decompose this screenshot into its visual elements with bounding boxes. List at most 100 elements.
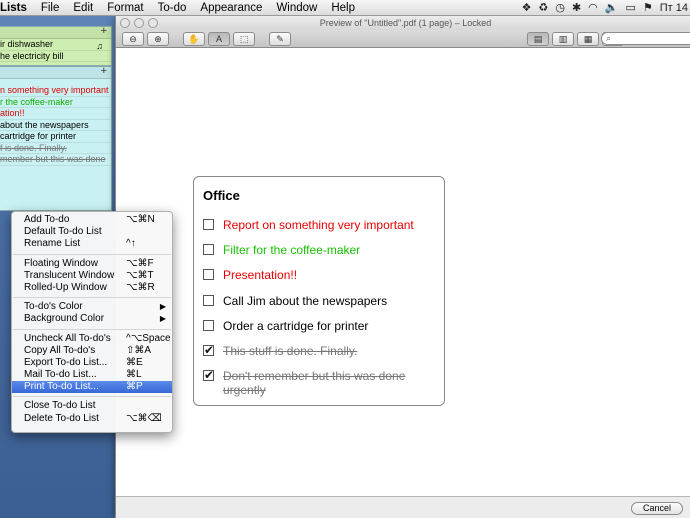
window-controls [120, 18, 158, 28]
preview-window: Preview of "Untitled".pdf (1 page) – Loc… [115, 16, 690, 518]
list-item[interactable]: n something very important [0, 85, 111, 97]
menu-item-print-list[interactable]: Print To-do List... ⌘P [12, 381, 172, 394]
list-item[interactable]: f is done. Finally. [0, 143, 111, 154]
menu-item-close-list[interactable]: Close To-do List [12, 400, 172, 412]
search-input[interactable]: ⌕ [601, 32, 690, 45]
menu-todo[interactable]: To-do [151, 0, 194, 16]
card-item-text: Order a cartridge for printer [223, 319, 369, 333]
menu-item-uncheck-all[interactable]: Uncheck All To-do's ^⌥Space [12, 333, 172, 345]
menu-separator [13, 253, 171, 255]
menu-help[interactable]: Help [324, 0, 362, 16]
submenu-arrow-icon: ▶ [159, 314, 166, 324]
card-title: Office [203, 188, 240, 203]
list-item[interactable]: r the coffee-maker [0, 97, 111, 108]
card-item-text: Report on something very important [223, 218, 414, 232]
bluetooth-icon[interactable]: ✱ [572, 0, 581, 16]
preview-toolbar: ⊖ ⊕ ✋ A ⬚ ✎ ▤ ▥ ▦ ▧ ⌕ [116, 30, 690, 48]
card-item-text: Filter for the coffee-maker [223, 243, 361, 257]
checkbox-icon [203, 244, 214, 255]
menu-edit[interactable]: Edit [66, 0, 100, 16]
card-item-text: Call Jim about the newspapers [223, 294, 388, 308]
menu-item-default-list[interactable]: Default To-do List [12, 226, 172, 238]
checkbox-checked-icon [203, 368, 214, 382]
menu-item-copy-all[interactable]: Copy All To-do's ⇧⌘A [12, 345, 172, 357]
wifi-icon[interactable]: ◠ [588, 0, 598, 16]
menu-item-delete-list[interactable]: Delete To-do List ⌥⌘⌫ [12, 413, 172, 425]
todo-list-cyan: + n something very important r the coffe… [0, 66, 112, 211]
dropbox-icon[interactable]: ❖ [522, 0, 532, 16]
minimize-icon[interactable] [134, 18, 144, 28]
menu-separator [13, 328, 171, 330]
checkbox-icon [203, 219, 214, 230]
annotate-pencil-icon[interactable]: ✎ [269, 31, 291, 46]
checkbox-icon [203, 269, 214, 280]
list-item[interactable]: he electricity bill [0, 51, 111, 62]
card-item-2: Presentation!! [203, 268, 439, 282]
status-area: ❖ ♻ ◷ ✱ ◠ 🔈 ▭ ⚑ Пт 14 [522, 0, 690, 16]
menu-appearance[interactable]: Appearance [193, 0, 269, 16]
menu-format[interactable]: Format [100, 0, 150, 16]
list-item[interactable]: member but this was done [0, 154, 111, 166]
shortcut: ⌘P [126, 381, 143, 393]
card-item-6: Don't remember but this was done urgentl… [203, 368, 439, 397]
menu-item-floating-window[interactable]: Floating Window ⌥⌘F [12, 258, 172, 270]
menu-bar: Lists File Edit Format To-do Appearance … [0, 0, 690, 16]
flag-icon[interactable]: ⚑ [643, 0, 653, 16]
shortcut: ⌥⌘N [126, 214, 155, 225]
checkbox-checked-icon [203, 343, 214, 357]
shortcut: ^↑ [126, 238, 136, 250]
menu-separator [13, 297, 171, 299]
checkbox-icon [203, 320, 214, 331]
zoom-in-icon[interactable]: ⊕ [147, 31, 169, 46]
checkbox-icon [203, 295, 214, 306]
menu-item-rolled-up-window[interactable]: Rolled-Up Window ⌥⌘R [12, 282, 172, 294]
menu-item-mail-list[interactable]: Mail To-do List... ⌘L [12, 369, 172, 381]
list-item[interactable]: ir dishwasher [0, 39, 111, 51]
shortcut: ⌥⌘⌫ [126, 412, 162, 424]
zoom-out-icon[interactable]: ⊖ [122, 31, 144, 46]
todo-titlebar[interactable]: + [0, 67, 111, 79]
menu-item-rename-list[interactable]: Rename List ^↑ [12, 238, 172, 250]
menu-item-translucent-window[interactable]: Translucent Window ⌥⌘T [12, 270, 172, 282]
shortcut: ⌥⌘F [126, 257, 154, 269]
shortcut: ⌘L [126, 369, 142, 381]
zoom-icon[interactable] [148, 18, 158, 28]
battery-icon[interactable]: ▭ [625, 0, 635, 16]
preview-titlebar[interactable]: Preview of "Untitled".pdf (1 page) – Loc… [116, 16, 690, 30]
submenu-arrow-icon: ▶ [159, 302, 166, 312]
text-select-icon[interactable]: A [208, 31, 230, 46]
view-contact-icon[interactable]: ▦ [577, 31, 599, 46]
todo-titlebar[interactable]: + [0, 27, 111, 39]
list-item[interactable]: about the newspapers [0, 120, 111, 131]
add-todo-plus-icon[interactable]: + [101, 27, 107, 37]
list-item[interactable]: ation!! [0, 108, 111, 120]
shortcut: ⌘E [126, 356, 143, 368]
menu-item-add-todo[interactable]: Add To-do ⌥⌘N [12, 214, 172, 226]
clock-text[interactable]: Пт 14 [660, 0, 688, 16]
print-bottom-bar: Cancel [116, 496, 690, 518]
menu-item-todo-color[interactable]: To-do's Color ▶ [12, 301, 172, 313]
menu-separator [13, 396, 171, 398]
context-menu: Add To-do ⌥⌘N Default To-do List Rename L… [11, 211, 173, 433]
rect-select-icon[interactable]: ⬚ [233, 31, 255, 46]
add-todo-plus-icon[interactable]: + [101, 67, 107, 77]
card-item-3: Call Jim about the newspapers [203, 294, 439, 308]
time-machine-icon[interactable]: ◷ [555, 0, 565, 16]
view-single-icon[interactable]: ▤ [527, 31, 549, 46]
sync-icon[interactable]: ♻ [538, 0, 548, 16]
view-thumbs-icon[interactable]: ▥ [552, 31, 574, 46]
menu-window[interactable]: Window [269, 0, 324, 16]
menu-app-lists[interactable]: Lists [0, 0, 34, 16]
todo-list-green: + ir dishwasher he electricity bill ♫ [0, 26, 112, 66]
menu-item-background-color[interactable]: Background Color ▶ [12, 313, 172, 325]
volume-icon[interactable]: 🔈 [605, 0, 619, 16]
menu-item-export-list[interactable]: Export To-do List... ⌘E [12, 357, 172, 369]
close-icon[interactable] [120, 18, 130, 28]
cancel-button[interactable]: Cancel [631, 502, 683, 515]
shortcut: ⌥⌘T [126, 269, 154, 281]
menu-file[interactable]: File [34, 0, 67, 16]
card-item-5: This stuff is done. Finally. [203, 343, 439, 358]
card-item-1: Filter for the coffee-maker [203, 243, 439, 257]
list-item[interactable]: cartridge for printer [0, 131, 111, 143]
hand-tool-icon[interactable]: ✋ [183, 31, 205, 46]
